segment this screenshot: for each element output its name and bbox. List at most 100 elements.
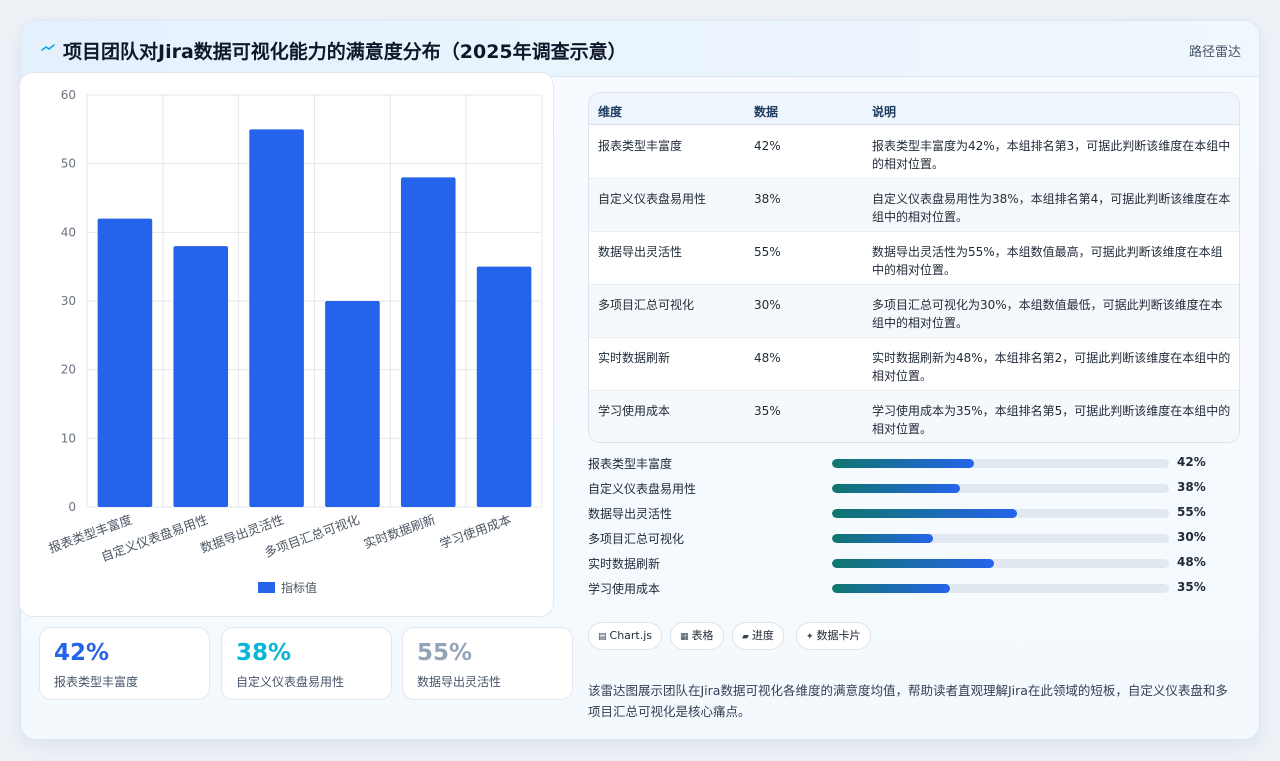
progress-row: 实时数据刷新 48% <box>588 554 1240 572</box>
tag-label: 进度 <box>751 629 774 642</box>
progress-label: 报表类型丰富度 <box>588 457 673 471</box>
data-table: 维度 数据 说明 报表类型丰富度 42% 报表类型丰富度为42%，本组排名第3，… <box>588 92 1240 443</box>
legend-swatch <box>258 582 275 593</box>
progress-track <box>832 534 1169 543</box>
table-row: 实时数据刷新 48% 实时数据刷新为48%，本组排名第2，可据此判断该维度在本组… <box>589 338 1239 391</box>
y-tick-label: 60 <box>61 88 76 102</box>
tag-label: 数据卡片 <box>816 629 861 642</box>
progress-row: 报表类型丰富度 42% <box>588 454 1240 472</box>
stat-label: 自定义仪表盘易用性 <box>236 675 345 689</box>
y-tick-label: 20 <box>61 363 76 377</box>
legend-label: 指标值 <box>281 580 317 595</box>
progress-track <box>832 509 1169 518</box>
column-header-value: 数据 <box>754 105 779 119</box>
cell-dimension: 自定义仪表盘易用性 <box>598 192 707 206</box>
progress-fill <box>832 584 950 593</box>
progress-value: 48% <box>1177 555 1206 569</box>
bar <box>400 177 456 507</box>
bar <box>97 218 153 507</box>
cell-description: 学习使用成本为35%，本组排名第5，可据此判断该维度在本组中的相对位置。 <box>872 404 1231 436</box>
progress-row: 自定义仪表盘易用性 38% <box>588 479 1240 497</box>
progress-icon: ▰ <box>742 632 749 642</box>
x-tick-label: 学习使用成本 <box>437 512 513 552</box>
progress-track <box>832 559 1169 568</box>
cell-description: 实时数据刷新为48%，本组排名第2，可据此判断该维度在本组中的相对位置。 <box>872 351 1231 383</box>
progress-track <box>832 484 1169 493</box>
tag-data-card[interactable]: ✦ 数据卡片 <box>796 622 871 650</box>
progress-value: 35% <box>1177 580 1206 594</box>
table-icon: ▦ <box>680 632 689 642</box>
progress-label: 实时数据刷新 <box>588 557 661 571</box>
chart-description: 该雷达图展示团队在Jira数据可视化各维度的满意度均值，帮助读者直观理解Jira… <box>588 683 1228 719</box>
chart-panel: 0 10 20 30 40 50 60 报表类型丰富度 自定义仪表盘易用性 数据导出灵活性 多项目汇… <box>19 72 554 617</box>
bar <box>173 246 229 508</box>
pulse-line-icon <box>41 44 55 51</box>
stat-card-1: 42% 报表类型丰富度 <box>39 627 210 700</box>
cell-value: 42% <box>754 139 781 153</box>
cell-value: 38% <box>754 192 781 206</box>
stat-label: 报表类型丰富度 <box>54 675 139 689</box>
progress-label: 多项目汇总可视化 <box>588 532 685 546</box>
stat-value: 42% <box>54 640 110 666</box>
cell-dimension: 实时数据刷新 <box>598 351 671 365</box>
progress-value: 38% <box>1177 480 1206 494</box>
cell-dimension: 多项目汇总可视化 <box>598 298 695 312</box>
page-title: 项目团队对Jira数据可视化能力的满意度分布（2025年调查示意） <box>63 41 627 63</box>
table-header: 维度 数据 说明 <box>589 93 1239 125</box>
tag-label: 表格 <box>691 629 714 642</box>
tag-table[interactable]: ▦ 表格 <box>670 622 724 650</box>
cell-dimension: 学习使用成本 <box>598 404 671 418</box>
cell-description: 自定义仪表盘易用性为38%，本组排名第4，可据此判断该维度在本组中的相对位置。 <box>872 192 1231 224</box>
progress-label: 自定义仪表盘易用性 <box>588 482 697 496</box>
tag-label: Chart.js <box>609 629 653 642</box>
y-tick-label: 10 <box>61 431 76 445</box>
stat-value: 38% <box>236 640 292 666</box>
progress-track <box>832 459 1169 468</box>
progress-value: 30% <box>1177 530 1206 544</box>
progress-fill <box>832 484 961 493</box>
tag-chartjs[interactable]: ▤ Chart.js <box>588 622 663 650</box>
cell-value: 48% <box>754 351 781 365</box>
column-header-dimension: 维度 <box>598 105 623 119</box>
cell-dimension: 数据导出灵活性 <box>598 245 683 259</box>
tag-progress[interactable]: ▰ 进度 <box>732 622 784 650</box>
progress-value: 42% <box>1177 455 1206 469</box>
progress-fill <box>832 509 1018 518</box>
chart-icon: ▤ <box>598 632 607 642</box>
cell-description: 数据导出灵活性为55%，本组数值最高，可据此判断该维度在本组中的相对位置。 <box>872 245 1223 277</box>
progress-value: 55% <box>1177 505 1206 519</box>
x-tick-label: 实时数据刷新 <box>362 512 438 552</box>
cell-dimension: 报表类型丰富度 <box>598 139 683 153</box>
y-tick-label: 0 <box>68 500 76 514</box>
stat-label: 数据导出灵活性 <box>417 675 502 689</box>
bar <box>476 266 532 507</box>
table-row: 报表类型丰富度 42% 报表类型丰富度为42%，本组排名第3，可据此判断该维度在… <box>589 126 1239 179</box>
bar-chart[interactable]: 0102030405060报表类型丰富度自定义仪表盘易用性数据导出灵活性多项目汇… <box>20 73 555 618</box>
stat-value: 55% <box>417 640 473 666</box>
progress-row: 学习使用成本 35% <box>588 579 1240 597</box>
table-row: 学习使用成本 35% 学习使用成本为35%，本组排名第5，可据此判断该维度在本组… <box>589 391 1239 442</box>
chart-type-label: 路径雷达 <box>1188 45 1241 60</box>
bar <box>325 301 380 507</box>
cell-value: 35% <box>754 404 781 418</box>
table-row: 自定义仪表盘易用性 38% 自定义仪表盘易用性为38%，本组排名第4，可据此判断… <box>589 179 1239 232</box>
cell-description: 报表类型丰富度为42%，本组排名第3，可据此判断该维度在本组中的相对位置。 <box>872 139 1231 171</box>
stat-card-3: 55% 数据导出灵活性 <box>402 627 573 700</box>
column-header-description: 说明 <box>872 105 897 119</box>
card-icon: ✦ <box>806 632 814 642</box>
progress-fill <box>832 459 974 468</box>
progress-track <box>832 584 1169 593</box>
progress-row: 数据导出灵活性 55% <box>588 504 1240 522</box>
progress-fill <box>832 559 994 568</box>
bar <box>249 129 304 508</box>
cell-value: 30% <box>754 298 781 312</box>
progress-row: 多项目汇总可视化 30% <box>588 529 1240 547</box>
y-tick-label: 40 <box>61 225 76 239</box>
progress-fill <box>832 534 934 543</box>
y-tick-label: 50 <box>61 157 76 171</box>
table-row: 多项目汇总可视化 30% 多项目汇总可视化为30%，本组数值最低，可据此判断该维… <box>589 285 1239 338</box>
stat-card-2: 38% 自定义仪表盘易用性 <box>221 627 392 700</box>
progress-label: 数据导出灵活性 <box>588 507 673 521</box>
y-tick-label: 30 <box>61 294 76 308</box>
cell-description: 多项目汇总可视化为30%，本组数值最低，可据此判断该维度在本组中的相对位置。 <box>872 298 1223 330</box>
